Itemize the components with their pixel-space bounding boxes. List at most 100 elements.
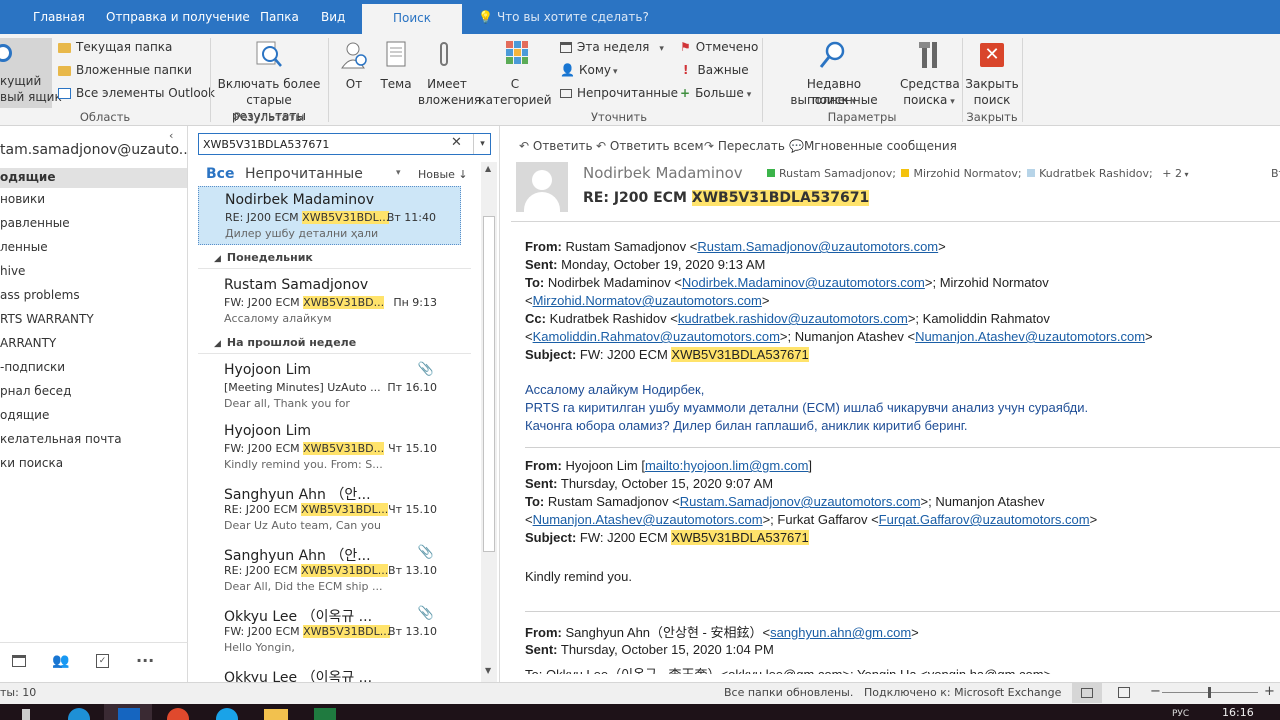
folder-drafts[interactable]: новики xyxy=(0,192,45,206)
tab-home[interactable]: Главная xyxy=(33,10,85,24)
reading-view-icon[interactable] xyxy=(1118,687,1130,698)
folder-outbox[interactable]: одящие xyxy=(0,408,49,422)
close-search-button[interactable]: ✕ Закрыть поиск xyxy=(964,38,1020,108)
message-item[interactable]: Sanghyun Ahn （안... 📎 RE: J200 ECM XWB5V3… xyxy=(198,540,461,599)
reading-sender[interactable]: Nodirbek Madaminov xyxy=(583,164,743,182)
zoom-slider-thumb[interactable] xyxy=(1208,687,1211,698)
recent-searches-button[interactable]: Недавно выполненные поиск ▾ xyxy=(766,38,902,108)
collapse-pane-icon[interactable]: ‹ xyxy=(169,129,173,142)
search-box[interactable]: ✕ ▾ xyxy=(198,133,491,155)
email-link[interactable]: Furqat.Gaffarov@uzautomotors.com xyxy=(879,512,1090,527)
message-item[interactable]: Hyojoon Lim FW: J200 ECM XWB5V31BD... Ki… xyxy=(198,418,461,477)
folder-rss[interactable]: -подписки xyxy=(0,360,65,374)
has-attachments-button[interactable]: Имеет вложения xyxy=(418,38,481,108)
folder-class-problems[interactable]: ass problems xyxy=(0,288,80,302)
message-item[interactable]: Okkyu Lee （이옥규 ... xyxy=(198,662,461,682)
folder-search-folders[interactable]: ки поиска xyxy=(0,456,63,470)
important-button[interactable]: ! Важные xyxy=(680,63,749,77)
forward-button[interactable]: ↷ Переслать xyxy=(704,139,785,153)
tab-send-receive[interactable]: Отправка и получение xyxy=(106,10,250,24)
zoom-in-icon[interactable]: + xyxy=(1264,684,1275,699)
email-link[interactable]: kudratbek.rashidov@uzautomotors.com xyxy=(678,311,908,326)
skype-icon[interactable] xyxy=(216,708,238,720)
reply-button[interactable]: ↶ Ответить xyxy=(519,139,593,153)
filter-all[interactable]: Все xyxy=(206,166,234,182)
more-nav-icon[interactable]: ··· xyxy=(136,651,154,670)
tab-search[interactable]: Поиск xyxy=(362,4,462,34)
instant-message-button[interactable]: 💬Мгновенные сообщения xyxy=(789,139,957,153)
current-folder-button[interactable]: Текущая папка xyxy=(58,40,172,54)
chrome-icon[interactable] xyxy=(167,708,189,720)
email-link[interactable]: Numanjon.Atashev@uzautomotors.com xyxy=(915,329,1145,344)
search-input[interactable] xyxy=(203,136,443,152)
to-dropdown[interactable]: 👤 Кому ▾ xyxy=(560,63,618,77)
scrollbar-thumb[interactable] xyxy=(483,216,495,552)
group-header-last-week[interactable]: ◢ На прошлой неделе xyxy=(214,336,356,349)
folder-junk[interactable]: келательная почта xyxy=(0,432,122,446)
message-item[interactable]: Rustam Samadjonov FW: J200 ECM XWB5V31BD… xyxy=(198,272,461,331)
zoom-out-icon[interactable]: − xyxy=(1150,684,1161,699)
folder-conversation-history[interactable]: рнал бесед xyxy=(0,384,71,398)
calendar-nav-icon[interactable] xyxy=(12,655,26,667)
search-tools-button[interactable]: Средства поиска ▾ xyxy=(900,38,960,108)
more-recipients[interactable]: + 2 xyxy=(1162,167,1182,180)
message-item[interactable]: Sanghyun Ahn （안... RE: J200 ECM XWB5V31B… xyxy=(198,479,461,538)
filter-unread[interactable]: Непрочитанные xyxy=(245,166,363,182)
windows-start-icon[interactable] xyxy=(22,709,30,720)
tab-view[interactable]: Вид xyxy=(321,10,345,24)
email-link[interactable]: Rustam.Samadjonov@uzautomotors.com xyxy=(680,494,921,509)
account-name[interactable]: tam.samadjonov@uzauto... xyxy=(0,142,192,158)
people-nav-icon[interactable]: 👥 xyxy=(52,653,69,669)
clear-search-icon[interactable]: ✕ xyxy=(451,135,462,150)
message-item[interactable]: Hyojoon Lim 📎 [Meeting Minutes] UzAuto .… xyxy=(198,357,461,416)
excel-icon[interactable] xyxy=(314,708,336,720)
scroll-up-icon[interactable]: ▲ xyxy=(485,164,491,173)
edge-icon[interactable] xyxy=(68,708,90,720)
clock-time[interactable]: 16:16 xyxy=(1222,706,1254,719)
recipient[interactable]: Rustam Samadjonov; xyxy=(779,167,896,180)
current-mailbox-label-2: вый ящик xyxy=(0,90,62,104)
email-link[interactable]: Mirzohid.Normatov@uzautomotors.com xyxy=(533,293,762,308)
current-mailbox-button[interactable]: кущий вый ящик xyxy=(0,38,62,108)
subject-button[interactable]: Тема xyxy=(376,38,416,108)
folder-inbox[interactable]: одящие xyxy=(0,168,187,188)
search-scope-dropdown[interactable]: ▾ xyxy=(473,134,491,154)
input-language[interactable]: РУС xyxy=(1172,709,1189,719)
recipient[interactable]: Mirzohid Normatov; xyxy=(913,167,1021,180)
scrollbar[interactable]: ▲ ▼ xyxy=(481,162,497,682)
message-item[interactable]: Okkyu Lee （이옥규 ... 📎 FW: J200 ECM XWB5V3… xyxy=(198,601,461,660)
outlook-taskbar-button[interactable] xyxy=(104,704,152,720)
more-dropdown[interactable]: + Больше ▾ xyxy=(680,86,751,100)
sort-order[interactable]: Новые ↓ xyxy=(418,168,468,181)
folder-archive[interactable]: hive xyxy=(0,264,25,278)
file-explorer-icon[interactable] xyxy=(264,709,288,720)
categorized-button[interactable]: С категорией ▾ xyxy=(478,38,552,108)
folder-parts-warranty[interactable]: RTS WARRANTY xyxy=(0,312,94,326)
include-older-results-button[interactable]: Включать более старые результаты xyxy=(215,38,323,123)
reply-all-button[interactable]: ↶ Ответить всем xyxy=(596,139,704,153)
tell-me-box[interactable]: 💡 Что вы хотите сделать? xyxy=(478,10,649,24)
email-link[interactable]: Kamoliddin.Rahmatov@uzautomotors.com xyxy=(533,329,780,344)
tasks-nav-icon[interactable]: ✓ xyxy=(96,654,109,668)
flagged-button[interactable]: ⚑ Отмечено xyxy=(680,40,758,54)
email-link[interactable]: Rustam.Samadjonov@uzautomotors.com xyxy=(697,239,938,254)
recipient[interactable]: Kudratbek Rashidov; xyxy=(1039,167,1153,180)
scroll-down-icon[interactable]: ▼ xyxy=(485,666,491,675)
this-week-dropdown[interactable]: Эта неделя ▾ xyxy=(560,40,664,54)
folder-deleted[interactable]: ленные xyxy=(0,240,48,254)
folder-warranty[interactable]: ARRANTY xyxy=(0,336,56,350)
tab-folder[interactable]: Папка xyxy=(260,10,299,24)
group-header-monday[interactable]: ◢ Понедельник xyxy=(214,251,313,264)
normal-view-button[interactable] xyxy=(1072,683,1102,703)
email-link[interactable]: sanghyun.ahn@gm.com xyxy=(770,625,911,640)
email-link[interactable]: mailto:hyojoon.lim@gm.com xyxy=(645,458,808,473)
email-link[interactable]: Numanjon.Atashev@uzautomotors.com xyxy=(533,512,763,527)
folder-sent[interactable]: равленные xyxy=(0,216,70,230)
unread-button[interactable]: Непрочитанные xyxy=(560,86,678,100)
email-link[interactable]: Nodirbek.Madaminov@uzautomotors.com xyxy=(682,275,925,290)
from-button[interactable]: От xyxy=(336,38,372,108)
subfolders-button[interactable]: Вложенные папки xyxy=(58,63,192,77)
message-item[interactable]: Nodirbek Madaminov RE: J200 ECM XWB5V31B… xyxy=(198,186,461,245)
all-outlook-items-button[interactable]: Все элементы Outlook xyxy=(58,86,215,100)
filter-dropdown-icon[interactable]: ▾ xyxy=(396,168,401,178)
